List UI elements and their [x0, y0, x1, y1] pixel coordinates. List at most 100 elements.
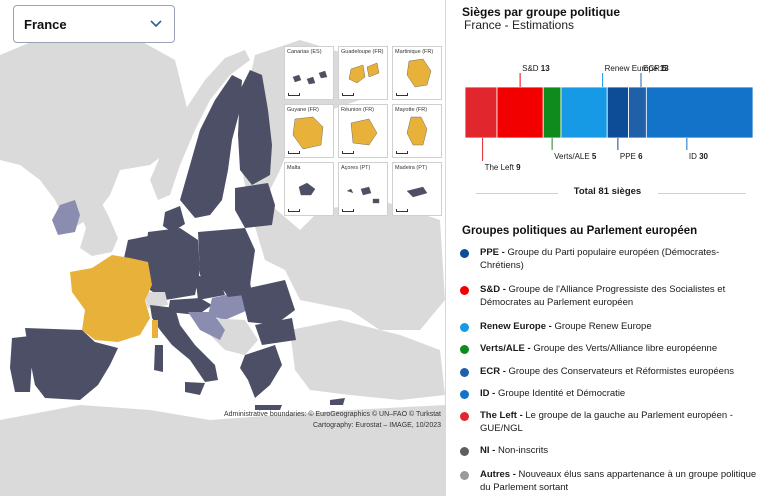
- legend-item-autres: Autres - Nouveaux élus sans appartenance…: [460, 468, 760, 494]
- legend-abbr: PPE -: [480, 247, 508, 258]
- map-panel: France Canarias (ES) Guadeloupe (FR) Marti…: [0, 0, 445, 496]
- legend-desc: Groupe Renew Europe: [554, 321, 652, 332]
- inset-scale-bar: [396, 151, 408, 154]
- inset-canarias-es[interactable]: Canarias (ES): [284, 46, 334, 100]
- map-portugal: [10, 336, 32, 392]
- legend-item-ecr: ECR - Groupe des Conservateurs et Réform…: [460, 365, 760, 378]
- legend-color-dot: [460, 471, 469, 480]
- legend-abbr: NI -: [480, 445, 498, 456]
- legend-desc: Non-inscrits: [497, 445, 549, 456]
- legend-abbr: ID -: [480, 388, 498, 399]
- bar-data-label: PPE 6: [620, 152, 643, 161]
- bar-data-label: ECR 5: [643, 64, 667, 73]
- bar-data-label: ID 30: [689, 152, 709, 161]
- legend-color-dot: [460, 286, 469, 295]
- inset-madeira-pt[interactable]: Madeira (PT): [392, 162, 442, 216]
- map-germany: [145, 228, 200, 300]
- map-non-eu-land-africa: [0, 405, 445, 496]
- legend-text: Verts/ALE - Groupe des Verts/Alliance li…: [480, 342, 717, 355]
- legend-text: Autres - Nouveaux élus sans appartenance…: [480, 468, 760, 494]
- bar-segment-ecr[interactable]: [628, 86, 647, 139]
- legend-text: NI - Non-inscrits: [480, 444, 548, 457]
- bar-segment-the-left[interactable]: [464, 86, 498, 139]
- legend-item-ppe: PPE - Groupe du Parti populaire européen…: [460, 246, 760, 272]
- legend-item-id: ID - Groupe Identité et Démocratie: [460, 387, 760, 400]
- groups-legend: PPE - Groupe du Parti populaire européen…: [460, 246, 760, 494]
- inset-scale-bar: [288, 93, 300, 96]
- legend-color-dot: [460, 249, 469, 258]
- inset-scale-bar: [396, 93, 408, 96]
- legend-color-dot: [460, 390, 469, 399]
- legend-abbr: The Left -: [480, 410, 526, 421]
- legend-color-dot: [460, 323, 469, 332]
- groups-legend-title: Groupes politiques au Parlement européen: [462, 225, 698, 237]
- map-credits-boundaries: Administrative boundaries: © EuroGeograp…: [223, 411, 441, 418]
- legend-desc: Groupe des Verts/Alliance libre européen…: [533, 343, 718, 354]
- chart-title: Sièges par groupe politique: [462, 5, 621, 19]
- bar-segment-ppe[interactable]: [606, 86, 629, 139]
- bar-data-label: S&D 13: [522, 64, 550, 73]
- inset-malta[interactable]: Malta: [284, 162, 334, 216]
- map-cyprus: [330, 398, 345, 405]
- map-non-eu-land-turkey: [290, 320, 445, 400]
- legend-desc: Groupe de l'Alliance Progressiste des So…: [480, 284, 726, 308]
- inset-scale-bar: [342, 209, 354, 212]
- bar-segment-s-d[interactable]: [496, 86, 544, 139]
- legend-text: ID - Groupe Identité et Démocratie: [480, 387, 625, 400]
- legend-item-verts-ale: Verts/ALE - Groupe des Verts/Alliance li…: [460, 342, 760, 355]
- inset-scale-bar: [396, 209, 408, 212]
- inset-guyane-fr[interactable]: Guyane (FR): [284, 104, 334, 158]
- inset-r-union-fr[interactable]: Réunion (FR): [338, 104, 388, 158]
- country-select[interactable]: France: [13, 5, 175, 43]
- map-crete: [255, 405, 282, 410]
- inset-scale-bar: [342, 151, 354, 154]
- inset-scale-bar: [288, 151, 300, 154]
- inset-mayotte-fr[interactable]: Mayotte (FR): [392, 104, 442, 158]
- legend-text: S&D - Groupe de l'Alliance Progressiste …: [480, 283, 760, 309]
- inset-guadeloupe-fr[interactable]: Guadeloupe (FR): [338, 46, 388, 100]
- legend-abbr: S&D -: [480, 284, 509, 295]
- map-sicily: [185, 382, 205, 395]
- legend-item-s-d: S&D - Groupe de l'Alliance Progressiste …: [460, 283, 760, 309]
- bar-segment-verts-ale[interactable]: [542, 86, 562, 139]
- inset-scale-bar: [342, 93, 354, 96]
- map-sardinia: [154, 345, 163, 372]
- inset-scale-bar: [288, 209, 300, 212]
- chevron-down-icon: [150, 20, 162, 28]
- legend-item-ni: NI - Non-inscrits: [460, 444, 760, 457]
- seats-stacked-bar-chart: The Left 9S&D 13Verts/ALE 5Renew Europe …: [464, 64, 754, 172]
- chart-subtitle: France - Estimations: [464, 18, 575, 32]
- legend-color-dot: [460, 447, 469, 456]
- legend-item-renew-europe: Renew Europe - Groupe Renew Europe: [460, 320, 760, 333]
- inset-a-ores-pt[interactable]: Açores (PT): [338, 162, 388, 216]
- bar-segment-id[interactable]: [645, 86, 754, 139]
- legend-item-the-left: The Left - Le groupe de la gauche au Par…: [460, 409, 760, 435]
- legend-color-dot: [460, 412, 469, 421]
- bar-data-label: The Left 9: [485, 163, 522, 172]
- legend-color-dot: [460, 368, 469, 377]
- bar-data-label: Verts/ALE 5: [554, 152, 597, 161]
- legend-desc: Groupe Identité et Démocratie: [497, 388, 626, 399]
- total-seats-label: Total 81 sièges: [573, 186, 642, 197]
- map-ireland: [52, 200, 80, 235]
- legend-abbr: Verts/ALE -: [480, 343, 534, 354]
- chart-panel: Sièges par groupe politique France - Est…: [445, 0, 768, 496]
- inset-martinique-fr[interactable]: Martinique (FR): [392, 46, 442, 100]
- map-corsica: [152, 320, 158, 338]
- legend-abbr: Renew Europe -: [480, 321, 555, 332]
- legend-abbr: Autres -: [480, 469, 519, 480]
- legend-desc: Nouveaux élus sans appartenance à un gro…: [480, 469, 757, 493]
- map-baltics: [235, 183, 275, 228]
- legend-desc: Groupe des Conservateurs et Réformistes …: [508, 366, 734, 377]
- legend-desc: Groupe du Parti populaire européen (Démo…: [480, 247, 720, 271]
- legend-color-dot: [460, 345, 469, 354]
- bar-segment-renew-europe[interactable]: [560, 86, 608, 139]
- map-credits-cartography: Cartography: Eurostat – IMAGE, 10/2023: [312, 422, 441, 429]
- legend-abbr: ECR -: [480, 366, 509, 377]
- map-france: [70, 255, 152, 342]
- legend-text: PPE - Groupe du Parti populaire européen…: [480, 246, 760, 272]
- legend-text: ECR - Groupe des Conservateurs et Réform…: [480, 365, 734, 378]
- legend-text: Renew Europe - Groupe Renew Europe: [480, 320, 652, 333]
- country-select-value: France: [24, 17, 67, 32]
- map-denmark: [163, 206, 185, 232]
